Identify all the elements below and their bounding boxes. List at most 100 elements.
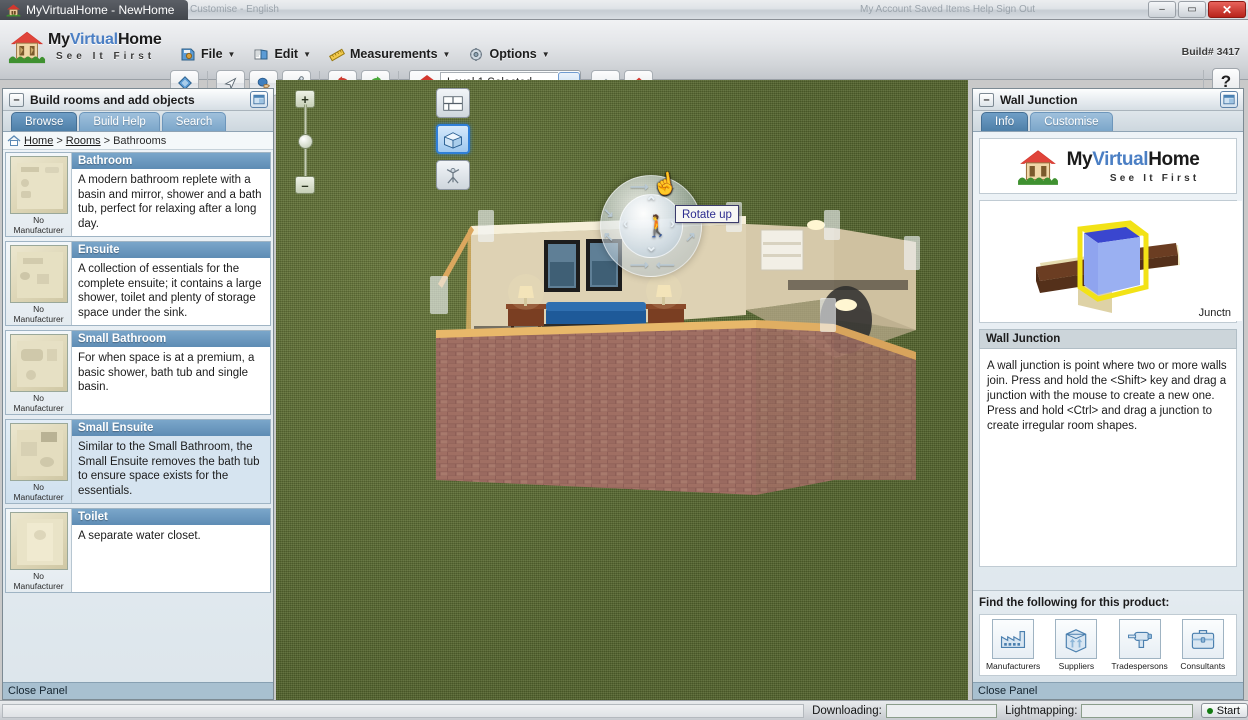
breadcrumb-sep: > [56, 134, 63, 147]
find-label: Manufacturers [985, 661, 1041, 671]
window-title-tab: MyVirtualHome - NewHome [0, 0, 189, 20]
room-title: Ensuite [72, 242, 270, 258]
room-thumbnail-cell: No Manufacturer [6, 242, 72, 325]
left-panel-collapse-button[interactable]: – [9, 93, 24, 107]
house-logo-icon [8, 31, 46, 64]
zoom-slider[interactable]: + – [292, 90, 318, 195]
plan-view-button[interactable] [436, 88, 470, 118]
find-label: Tradespersons [1111, 661, 1168, 671]
undock-icon [253, 94, 265, 105]
room-info: Ensuite A collection of essentials for t… [72, 242, 270, 325]
zoom-out-button[interactable]: – [295, 176, 315, 194]
tab-search[interactable]: Search [161, 112, 227, 131]
rotate-down-chevron-icon[interactable]: ⌄ [645, 237, 658, 255]
undock-icon [1223, 94, 1235, 105]
start-label: Start [1216, 704, 1240, 717]
manufacturer-label: No Manufacturer [13, 482, 64, 502]
chevron-down-icon: ▼ [303, 49, 311, 59]
tab-build-help[interactable]: Build Help [79, 112, 160, 131]
room-thumbnail-cell: No Manufacturer [6, 420, 72, 503]
zoom-out-arrow-icon[interactable]: ↘ [603, 205, 614, 221]
pan-left-arrow-icon[interactable]: ↗ [685, 229, 696, 245]
status-bar: Downloading: Lightmapping: Start [0, 700, 1248, 720]
room-list: No Manufacturer Bathroom A modern bathro… [3, 150, 273, 593]
nav-tooltip: Rotate up [675, 205, 739, 223]
gear-icon [468, 47, 484, 62]
list-item[interactable]: No Manufacturer Bathroom A modern bathro… [5, 152, 271, 237]
brand-logo: MyVirtualHome See It First [8, 23, 163, 75]
viewport-3d[interactable]: + – ⟶ ⟵ ⟶ ⟵ ↘ ↖ ↙ ↗ ⌃ ⌄ ‹ › 🚶 ☝ Rotate u… [276, 80, 968, 700]
preview-caption: Junctn [1198, 307, 1231, 319]
rotate-right-bottom-arrow-icon[interactable]: ⟵ [656, 257, 675, 273]
window-title-text: MyVirtualHome - NewHome [26, 3, 175, 17]
home-icon[interactable] [7, 134, 21, 147]
small-bathroom-thumbnail [9, 334, 68, 392]
chevron-down-icon: ▼ [442, 49, 451, 59]
list-item[interactable]: No Manufacturer Ensuite A collection of … [5, 241, 271, 326]
find-suppliers[interactable]: Suppliers [1046, 619, 1106, 671]
menu-measurements[interactable]: Measurements ▼ [321, 43, 458, 65]
room-title: Toilet [72, 509, 270, 525]
close-button[interactable]: ✕ [1208, 1, 1246, 18]
room-info: Small Ensuite Similar to the Small Bathr… [72, 420, 270, 503]
menu-options[interactable]: Options ▼ [460, 43, 557, 65]
list-item[interactable]: No Manufacturer Toilet A separate water … [5, 508, 271, 593]
brand-tagline: See It First [56, 51, 156, 62]
hand-cursor-icon: ☝ [650, 171, 680, 198]
left-panel-close[interactable]: Close Panel [3, 682, 273, 699]
walkthrough-view-button[interactable] [436, 160, 470, 190]
list-item[interactable]: No Manufacturer Small Ensuite Similar to… [5, 419, 271, 504]
zoom-in-arrow-icon[interactable]: ↖ [603, 229, 614, 245]
room-description: For when space is at a premium, a basic … [78, 352, 255, 393]
breadcrumb-rooms[interactable]: Rooms [66, 135, 101, 147]
product-brand-text: MyVirtualHome See It First [1066, 148, 1200, 184]
maximize-button[interactable]: ▭ [1178, 1, 1206, 18]
manufacturer-label: No Manufacturer [13, 393, 64, 413]
find-consultants[interactable]: Consultants [1173, 619, 1233, 671]
room-info: Bathroom A modern bathroom replete with … [72, 153, 270, 236]
item-description: A wall junction is point where two or mo… [979, 349, 1237, 567]
tab-customise[interactable]: Customise [1030, 112, 1113, 131]
start-button[interactable]: Start [1200, 703, 1248, 718]
list-item[interactable]: No Manufacturer Small Bathroom For when … [5, 330, 271, 415]
ghost-label-c: My Account Saved Items Help Sign Out [860, 4, 1036, 15]
right-panel-collapse-button[interactable]: – [979, 93, 994, 107]
downloading-label: Downloading: [812, 704, 882, 717]
walk-person-icon[interactable]: 🚶 [644, 215, 670, 239]
rotate-left-bottom-arrow-icon[interactable]: ⟶ [630, 257, 649, 273]
ghost-label-a: Customise - English [190, 4, 279, 15]
room-list-scroll[interactable]: No Manufacturer Bathroom A modern bathro… [3, 150, 273, 682]
right-panel-undock-button[interactable] [1220, 91, 1238, 108]
menu-edit-label: Edit [274, 47, 299, 61]
find-manufacturers[interactable]: Manufacturers [983, 619, 1043, 671]
room-info: Small Bathroom For when space is at a pr… [72, 331, 270, 414]
menu-file[interactable]: File ▼ [172, 43, 243, 65]
manufacturer-label: No Manufacturer [13, 304, 64, 324]
left-panel-undock-button[interactable] [250, 91, 268, 108]
downloading-progress [885, 703, 998, 718]
window-controls: – ▭ ✕ [1148, 1, 1246, 18]
3d-view-button[interactable] [436, 124, 470, 154]
right-panel: – Wall Junction Info Customise MyVirtual… [972, 88, 1244, 700]
menu-edit[interactable]: Edit ▼ [245, 43, 319, 65]
minimize-button[interactable]: – [1148, 1, 1176, 18]
zoom-thumb[interactable] [298, 134, 313, 149]
rotate-left-chevron-icon[interactable]: ‹ [623, 215, 628, 232]
navigation-dial[interactable]: ⟶ ⟵ ⟶ ⟵ ↘ ↖ ↙ ↗ ⌃ ⌄ ‹ › 🚶 ☝ Rotate up [600, 171, 739, 277]
breadcrumb-home[interactable]: Home [24, 135, 53, 147]
find-label: Consultants [1180, 661, 1226, 671]
left-panel: – Build rooms and add objects Browse Bui… [2, 88, 274, 700]
room-description: A modern bathroom replete with a basin a… [78, 174, 262, 230]
room-thumbnail-cell: No Manufacturer [6, 331, 72, 414]
find-tradespersons[interactable]: Tradespersons [1110, 619, 1170, 671]
brand-name: MyVirtualHome [48, 31, 162, 48]
manufacturer-label: No Manufacturer [13, 215, 64, 235]
status-left-field [2, 703, 805, 718]
tab-info[interactable]: Info [981, 112, 1029, 131]
room-title: Small Ensuite [72, 420, 270, 436]
factory-icon [992, 619, 1035, 659]
tab-browse[interactable]: Browse [11, 112, 78, 131]
chevron-down-icon: ▼ [541, 49, 550, 59]
menu-measurements-label: Measurements [350, 47, 438, 61]
right-panel-close[interactable]: Close Panel [973, 682, 1243, 699]
